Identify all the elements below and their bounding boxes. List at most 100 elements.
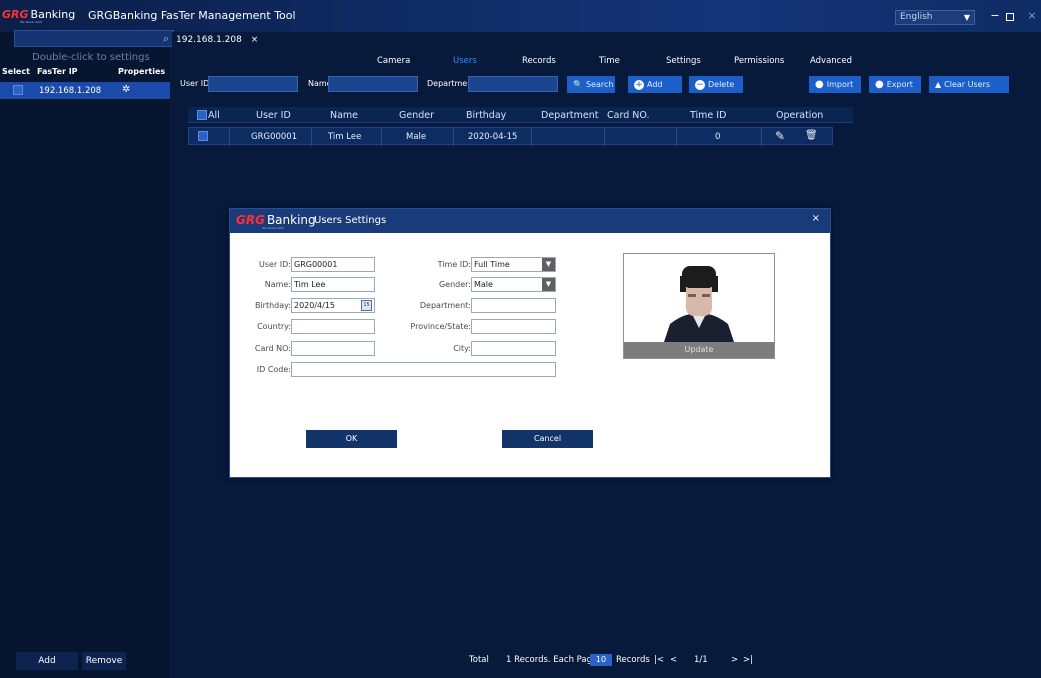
cancel-button[interactable]: Cancel (502, 430, 593, 448)
col-faster-ip: FasTer IP (37, 66, 78, 76)
select-all-checkbox[interactable] (197, 110, 207, 120)
time-id-value: Full Time (474, 260, 510, 269)
export-icon: ● (875, 79, 884, 90)
tab-camera[interactable]: Camera (377, 56, 410, 66)
update-photo-button[interactable]: Update (624, 342, 774, 358)
department-label: Department: (419, 301, 471, 310)
tab-settings[interactable]: Settings (666, 56, 701, 66)
chevron-down-icon: ▼ (963, 13, 970, 22)
edit-icon[interactable]: ✎ (775, 129, 785, 143)
table-row[interactable]: GRG00001 Tim Lee Male 2020-04-15 0 ✎ 🗑 (188, 127, 833, 146)
department-filter-input[interactable] (468, 76, 558, 92)
section-tabs: Camera Users Records Time Settings Permi… (172, 56, 1041, 70)
device-search-input[interactable]: ⌕ (14, 30, 174, 47)
birthday-field[interactable]: 2020/4/15 15 (291, 298, 375, 313)
double-click-hint: Double-click to settings (32, 52, 150, 63)
tab-time[interactable]: Time (599, 56, 620, 66)
tab-records[interactable]: Records (522, 56, 556, 66)
user-id-filter-input[interactable] (208, 76, 298, 92)
cell-user-id: GRG00001 (251, 132, 298, 142)
last-page-button[interactable]: >| (743, 655, 753, 665)
search-button[interactable]: 🔍 Search (567, 76, 615, 93)
chevron-down-icon[interactable]: ▼ (542, 258, 555, 271)
cell-time-id: 0 (715, 132, 721, 142)
device-tab[interactable]: 192.168.1.208 × (176, 35, 258, 49)
delete-user-button[interactable]: − Delete (689, 76, 743, 93)
department-field[interactable] (471, 298, 556, 313)
col-all: All (208, 110, 220, 121)
add-device-button[interactable]: Add (16, 652, 78, 670)
trash-icon[interactable]: 🗑 (805, 130, 818, 141)
logo-banking-text: Banking (30, 8, 76, 21)
close-button[interactable]: × (1025, 9, 1039, 22)
col-user-id: User ID (256, 110, 291, 121)
import-button-label: Import (826, 80, 854, 89)
row-select-checkbox[interactable] (198, 131, 208, 141)
page-size-select[interactable]: 10 (590, 654, 612, 666)
device-row[interactable]: 192.168.1.208 ✲ (0, 82, 170, 99)
device-table-header: Select FasTer IP Properties (0, 63, 170, 79)
name-filter-input[interactable] (328, 76, 418, 92)
time-id-select[interactable]: Full Time ▼ (471, 257, 556, 272)
pager-records-label: Records (616, 655, 650, 665)
chevron-down-icon[interactable]: ▼ (542, 278, 555, 291)
device-select-checkbox[interactable] (13, 85, 23, 95)
add-button-label: Add (647, 80, 663, 89)
dialog-header: GRG Banking We Never Rest Users Settings … (230, 209, 830, 233)
prev-page-button[interactable]: < (670, 655, 677, 665)
user-photo[interactable]: Update (623, 253, 775, 359)
delete-button-label: Delete (708, 80, 735, 89)
minimize-button[interactable]: − (988, 9, 1002, 22)
id-code-field[interactable] (291, 362, 556, 377)
birthday-label: Birthday: (254, 301, 291, 310)
col-operation: Operation (776, 110, 824, 121)
language-select[interactable]: English ▼ (895, 10, 975, 25)
city-field[interactable] (471, 341, 556, 356)
clear-users-button[interactable]: ▲ Clear Users (929, 76, 1009, 93)
user-id-filter-label: User ID (180, 79, 210, 88)
tab-users[interactable]: Users (453, 56, 477, 66)
ok-button[interactable]: OK (306, 430, 397, 448)
pager-summary: 1 Records. Each Page (506, 655, 598, 665)
device-actions: Add Remove (0, 652, 170, 672)
import-button[interactable]: ● Import (809, 76, 861, 93)
country-field[interactable] (291, 319, 375, 334)
pager-total-label: Total (469, 655, 489, 665)
add-user-button[interactable]: + Add (628, 76, 682, 93)
export-button[interactable]: ● Export (869, 76, 921, 93)
search-button-label: Search (585, 80, 614, 89)
province-field[interactable] (471, 319, 556, 334)
birthday-value: 2020/4/15 (294, 301, 336, 310)
tab-permissions[interactable]: Permissions (734, 56, 784, 66)
close-icon[interactable]: × (251, 35, 259, 45)
gender-select[interactable]: Male ▼ (471, 277, 556, 292)
id-code-label: ID Code: (256, 365, 291, 374)
close-icon[interactable]: × (812, 213, 820, 224)
dialog-logo-grg: GRG (236, 213, 265, 227)
col-card-no: Card NO. (607, 110, 650, 121)
name-field[interactable]: Tim Lee (291, 277, 375, 292)
cell-gender: Male (406, 132, 427, 142)
user-id-label: User ID: (259, 260, 291, 269)
users-settings-dialog: GRG Banking We Never Rest Users Settings … (229, 208, 831, 478)
first-page-button[interactable]: |< (654, 655, 664, 665)
restore-button[interactable] (1006, 13, 1014, 21)
user-id-field[interactable]: GRG00001 (291, 257, 375, 272)
gear-icon[interactable]: ✲ (122, 84, 130, 95)
tab-advanced[interactable]: Advanced (810, 56, 852, 66)
cell-birthday: 2020-04-15 (468, 132, 518, 142)
card-no-label: Card NO: (254, 344, 291, 353)
time-id-label: Time ID: (437, 260, 471, 269)
col-select: Select (2, 66, 30, 76)
search-icon[interactable]: ⌕ (163, 32, 169, 46)
device-tab-label: 192.168.1.208 (176, 35, 242, 45)
col-department: Department (541, 110, 599, 121)
card-no-field[interactable] (291, 341, 375, 356)
col-time-id: Time ID (690, 110, 727, 121)
dialog-title: Users Settings (314, 215, 387, 226)
next-page-button[interactable]: > (731, 655, 738, 665)
remove-device-button[interactable]: Remove (82, 652, 126, 670)
import-icon: ● (815, 79, 824, 90)
col-name: Name (330, 110, 359, 121)
calendar-icon[interactable]: 15 (361, 300, 372, 311)
